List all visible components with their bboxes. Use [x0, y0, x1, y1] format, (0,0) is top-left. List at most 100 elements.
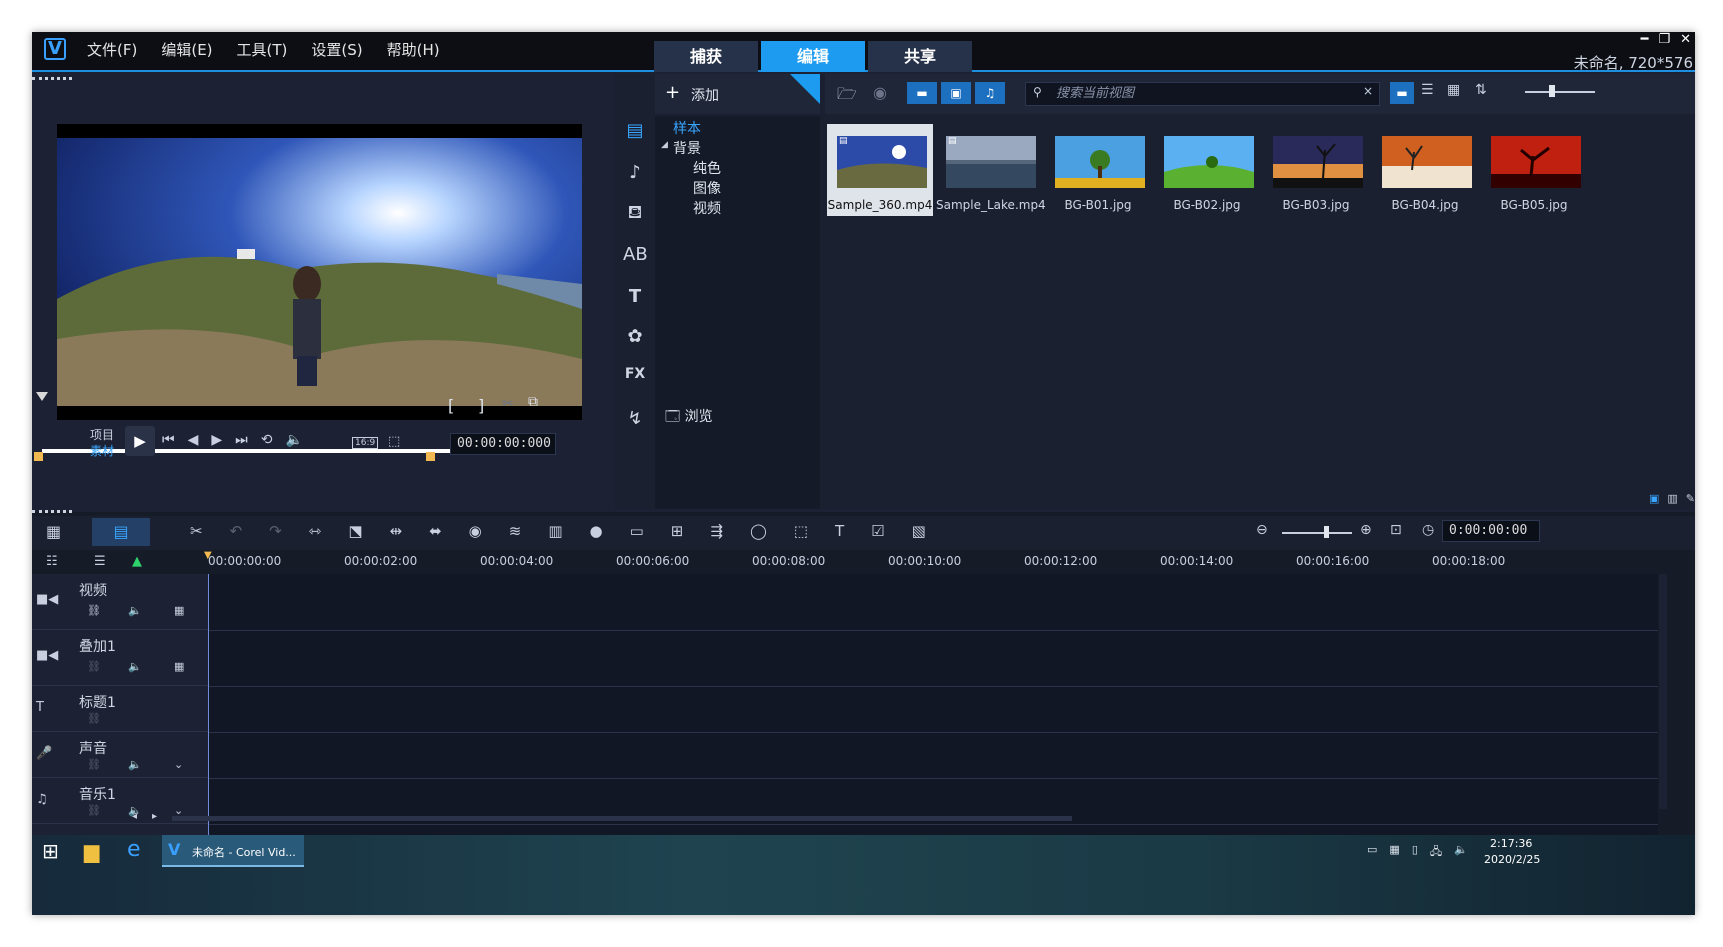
ime-icon[interactable]: ▦: [1389, 843, 1399, 862]
image-editor-icon[interactable]: ▧: [912, 522, 926, 540]
trim-marker-icon[interactable]: [36, 392, 48, 401]
zoom-slider-handle[interactable]: [1324, 526, 1329, 538]
track-header-voice[interactable]: 🎤 声音 ⛓ 🔈 ⌄: [32, 732, 208, 778]
panel-grip[interactable]: [32, 510, 72, 513]
slide-tool-icon[interactable]: ⇹: [390, 522, 403, 540]
scrub-end-handle[interactable]: [426, 452, 435, 461]
timeline-view-icon[interactable]: ▤: [92, 518, 150, 546]
search-input[interactable]: 搜索当前视图: [1025, 82, 1380, 106]
track-header-video[interactable]: ■◀ 视频 ⛓ 🔈 ▦: [32, 574, 208, 630]
grid-view-icon[interactable]: ▦: [1447, 82, 1460, 98]
toolbox-icon[interactable]: ✂: [190, 522, 203, 540]
link-icon[interactable]: ⛓: [87, 804, 101, 817]
slider-handle[interactable]: [1549, 85, 1555, 97]
mute-icon[interactable]: 🔈: [128, 604, 142, 617]
pin-icon[interactable]: [790, 74, 820, 104]
crop-select-icon[interactable]: ⬚: [388, 434, 400, 449]
motion-path-icon[interactable]: ↯: [623, 408, 647, 429]
fit-project-icon[interactable]: ⊡: [1390, 522, 1402, 538]
thumbnail-size-slider[interactable]: [1525, 91, 1595, 93]
tree-item-image[interactable]: 图像: [693, 178, 721, 198]
capture-icon[interactable]: ◉: [873, 83, 887, 102]
aspect-ratio-select[interactable]: 16:9: [352, 437, 379, 449]
scroll-left-icon[interactable]: ◂: [132, 811, 137, 822]
text-icon[interactable]: T: [623, 286, 647, 307]
panel-grip[interactable]: [32, 77, 72, 80]
subtitle-editor-icon[interactable]: ▭: [630, 522, 644, 540]
clock-date[interactable]: 2020/2/25: [1484, 853, 1540, 866]
mask-creator-icon[interactable]: ◯: [750, 522, 767, 540]
zoom-slider[interactable]: [1282, 532, 1352, 534]
tree-item-background[interactable]: 背景: [673, 138, 701, 158]
enable-ripple-icon[interactable]: ▲: [132, 554, 142, 569]
expand-icon[interactable]: ⌄: [174, 758, 183, 771]
pan-zoom-icon[interactable]: ⬚: [794, 522, 808, 540]
ripple-edit-icon[interactable]: ⇿: [309, 522, 322, 540]
library-item[interactable]: BG-B03.jpg: [1263, 124, 1369, 216]
redo-icon[interactable]: ↷: [269, 522, 282, 540]
scroll-right-icon[interactable]: ▸: [152, 811, 157, 822]
file-explorer-icon[interactable]: ▆: [84, 839, 99, 863]
tab-edit[interactable]: 编辑: [761, 41, 865, 72]
library-layout-icon[interactable]: ▥: [1667, 492, 1677, 505]
zoom-out-icon[interactable]: ⊖: [1256, 522, 1268, 538]
thumbnail-view-icon[interactable]: ▬: [1390, 82, 1414, 104]
menu-file[interactable]: 文件(F): [87, 39, 137, 60]
end-icon[interactable]: ⏭: [235, 432, 248, 448]
link-icon[interactable]: ⛓: [87, 660, 101, 673]
library-item[interactable]: ▤ Sample_360.mp4: [827, 124, 933, 216]
library-options-icon[interactable]: ▣: [1649, 492, 1659, 505]
vertical-scrollbar[interactable]: [1659, 574, 1667, 809]
mute-icon[interactable]: 🔈: [128, 758, 142, 771]
library-item[interactable]: BG-B02.jpg: [1154, 124, 1260, 216]
scrub-start-handle[interactable]: [34, 452, 43, 461]
undo-icon[interactable]: ↶: [230, 522, 243, 540]
link-icon[interactable]: ⛓: [87, 758, 101, 771]
show-audio-toggle[interactable]: ♫: [975, 82, 1005, 104]
timeline-ruler[interactable]: ▼ 00:00:00:00 00:00:02:00 00:00:04:00 00…: [204, 550, 1648, 574]
library-item[interactable]: ▤ Sample_Lake.mp4: [936, 124, 1046, 216]
tree-item-solid[interactable]: 纯色: [693, 158, 721, 178]
show-photos-toggle[interactable]: ▣: [941, 82, 971, 104]
add-icon[interactable]: +: [665, 82, 680, 103]
multi-camera-icon[interactable]: ⊞: [671, 522, 684, 540]
library-item[interactable]: BG-B01.jpg: [1045, 124, 1151, 216]
mute-icon[interactable]: 🔈: [128, 660, 142, 673]
split-clip-icon[interactable]: ✂: [502, 396, 514, 412]
time-remapping-icon[interactable]: ⇶: [710, 522, 723, 540]
tab-capture[interactable]: 捕获: [654, 41, 758, 72]
zoom-in-icon[interactable]: ⊕: [1360, 522, 1372, 538]
library-item[interactable]: BG-B05.jpg: [1481, 124, 1587, 216]
enlarge-preview-icon[interactable]: ⧉: [528, 394, 538, 410]
add-folder-button[interactable]: 添加: [691, 85, 719, 105]
tree-item-sample[interactable]: 样本: [673, 118, 701, 138]
slip-tool-icon[interactable]: ⬔: [348, 522, 362, 540]
timeline-tracks-area[interactable]: [208, 574, 1658, 835]
timeline-timecode[interactable]: 0:00:00:00: [1442, 520, 1540, 542]
usb-icon[interactable]: ▯: [1412, 843, 1418, 862]
home-icon[interactable]: ⏮: [162, 432, 175, 448]
sound-mixer-icon[interactable]: ≋: [509, 522, 522, 540]
mode-project[interactable]: 项目: [90, 426, 114, 443]
track-header-overlay[interactable]: ■◀ 叠加1 ⛓ 🔈 ▦: [32, 630, 208, 686]
transition-icon[interactable]: ⛾: [623, 202, 647, 226]
tree-expand-icon[interactable]: ◢: [661, 140, 668, 150]
mark-in-icon[interactable]: [: [448, 396, 454, 415]
volume-icon[interactable]: 🔈: [286, 432, 303, 448]
repeat-icon[interactable]: ⟲: [261, 432, 273, 448]
network-icon[interactable]: 🖧: [1430, 843, 1442, 862]
mark-out-icon[interactable]: ]: [478, 396, 484, 415]
split-screen-icon[interactable]: ☑: [871, 522, 884, 540]
tray-icon[interactable]: ▭: [1367, 843, 1377, 862]
3d-title-icon[interactable]: T: [835, 522, 844, 540]
auto-music-icon[interactable]: ▥: [548, 522, 562, 540]
title-icon[interactable]: AB: [623, 244, 648, 265]
start-icon[interactable]: ⊞: [42, 839, 59, 863]
menu-tools[interactable]: 工具(T): [237, 39, 288, 60]
tree-item-video[interactable]: 视频: [693, 198, 721, 218]
taskbar-app-button[interactable]: V 未命名 - Corel Vid...: [162, 835, 304, 867]
track-manager-icon[interactable]: ☷: [46, 554, 58, 569]
grid-icon[interactable]: ▦: [174, 660, 184, 673]
chapter-icon[interactable]: ☰: [94, 554, 106, 569]
grid-icon[interactable]: ▦: [174, 604, 184, 617]
